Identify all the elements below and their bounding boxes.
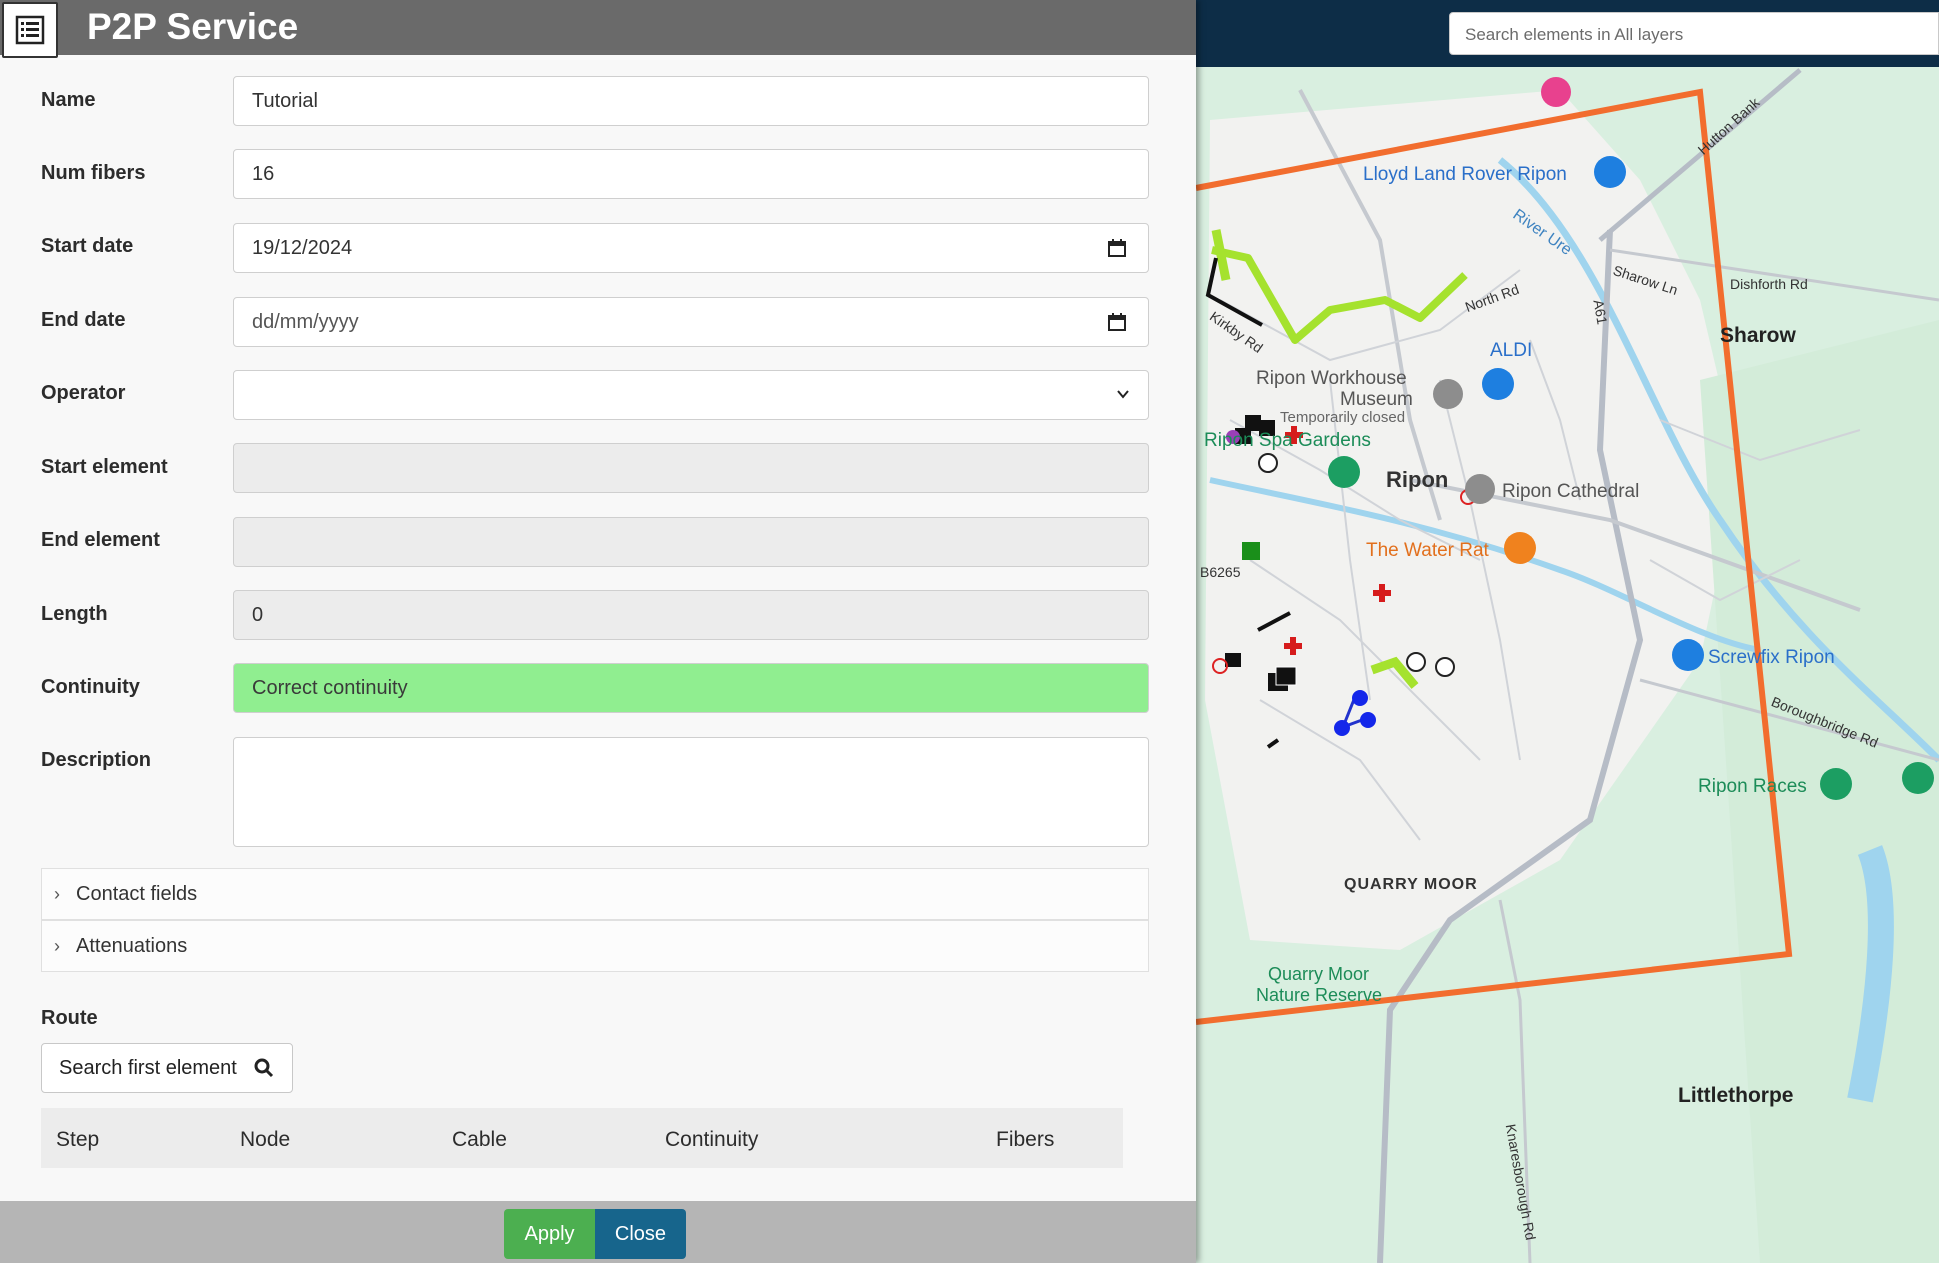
- start-date-label: Start date: [41, 235, 134, 257]
- end-date-input[interactable]: dd/mm/yyyy: [233, 297, 1149, 347]
- route-label: Route: [41, 1007, 98, 1029]
- num-fibers-input[interactable]: 16: [233, 149, 1149, 199]
- chevron-down-icon: [1117, 390, 1129, 399]
- map-label-temp-closed: Temporarily closed: [1280, 409, 1406, 426]
- accordion-contact-fields[interactable]: › Contact fields: [41, 868, 1149, 920]
- operator-label: Operator: [41, 382, 126, 404]
- calendar-icon[interactable]: [1108, 313, 1126, 331]
- column-continuity: Continuity: [665, 1128, 759, 1151]
- num-fibers-value: 16: [252, 163, 275, 185]
- description-label: Description: [41, 749, 152, 771]
- column-step: Step: [56, 1128, 100, 1151]
- close-button[interactable]: Close: [595, 1209, 686, 1259]
- route-table-header: Step Node Cable Continuity Fibers: [41, 1108, 1123, 1168]
- list-icon[interactable]: [2, 2, 58, 58]
- map-label-ripon: Ripon: [1386, 467, 1449, 492]
- map-label-cathedral: Ripon Cathedral: [1502, 481, 1640, 502]
- column-node: Node: [240, 1128, 291, 1151]
- length-label: Length: [41, 603, 108, 625]
- length-input: 0: [233, 590, 1149, 640]
- search-first-element-button[interactable]: Search first element: [41, 1043, 293, 1093]
- end-date-label: End date: [41, 309, 126, 331]
- map-label-screwfix: Screwfix Ripon: [1708, 647, 1835, 668]
- name-label: Name: [41, 89, 96, 111]
- accordion-attenuations[interactable]: › Attenuations: [41, 920, 1149, 972]
- map-label-spa: Ripon Spa Gardens: [1204, 430, 1371, 451]
- column-cable: Cable: [452, 1128, 507, 1151]
- accordion-label: Contact fields: [76, 883, 198, 905]
- search-first-element-label: Search first element: [59, 1057, 237, 1079]
- chevron-right-icon: ›: [54, 884, 60, 904]
- num-fibers-label: Num fibers: [41, 162, 146, 184]
- map-label-museum: Museum: [1340, 389, 1413, 410]
- map-label-dishforth: Dishforth Rd: [1730, 276, 1808, 292]
- continuity-value: Correct continuity: [252, 677, 408, 699]
- accordion-label: Attenuations: [76, 935, 188, 957]
- column-fibers: Fibers: [996, 1128, 1055, 1151]
- map-label-b6265: B6265: [1200, 564, 1241, 580]
- start-date-input[interactable]: 19/12/2024: [233, 223, 1149, 273]
- calendar-icon[interactable]: [1108, 239, 1126, 257]
- p2p-service-panel: P2P Service Name Tutorial Num fibers 16 …: [0, 0, 1196, 1263]
- map-label-workhouse: Ripon Workhouse: [1256, 368, 1407, 389]
- start-element-input: [233, 443, 1149, 493]
- length-value: 0: [252, 604, 264, 626]
- description-textarea[interactable]: [233, 737, 1149, 847]
- name-input[interactable]: Tutorial: [233, 76, 1149, 126]
- apply-button[interactable]: Apply: [504, 1209, 595, 1259]
- map-label-aldi: ALDI: [1490, 340, 1533, 361]
- search-icon: [254, 1058, 274, 1078]
- continuity-status: Correct continuity: [233, 663, 1149, 713]
- map-label-reserve-1: Quarry Moor: [1268, 964, 1370, 984]
- start-element-label: Start element: [41, 456, 168, 478]
- end-date-placeholder: dd/mm/yyyy: [252, 311, 359, 333]
- continuity-label: Continuity: [41, 676, 140, 698]
- map-label-reserve-2: Nature Reserve: [1256, 985, 1383, 1005]
- map-search-input[interactable]: Search elements in All layers: [1449, 12, 1939, 55]
- map-label-quarry-moor: QUARRY MOOR: [1344, 876, 1478, 893]
- panel-header: P2P Service: [0, 0, 1196, 58]
- panel-title: P2P Service: [87, 6, 299, 47]
- map-label-racecourse: Ripon Races: [1698, 776, 1807, 797]
- map-label-littlethorpe: Littlethorpe: [1678, 1084, 1794, 1107]
- map-label-lloyd: Lloyd Land Rover Ripon: [1363, 164, 1567, 185]
- operator-select[interactable]: [233, 370, 1149, 420]
- start-date-value: 19/12/2024: [252, 237, 353, 259]
- end-element-label: End element: [41, 529, 160, 551]
- map-label-water-rat: The Water Rat: [1366, 540, 1489, 561]
- end-element-input: [233, 517, 1149, 567]
- chevron-right-icon: ›: [54, 936, 60, 956]
- name-value: Tutorial: [252, 90, 318, 112]
- map-label-sharow: Sharow: [1720, 324, 1796, 347]
